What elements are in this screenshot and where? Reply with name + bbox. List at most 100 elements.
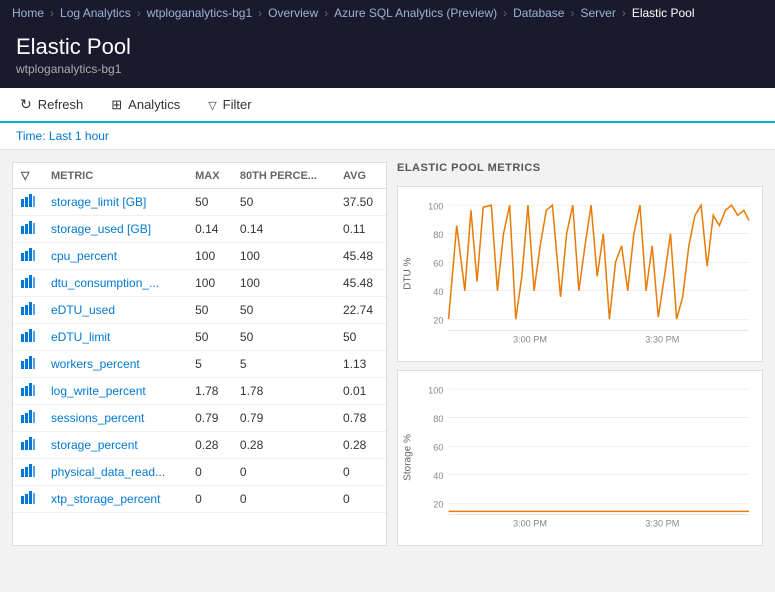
nav-log-analytics[interactable]: Log Analytics: [60, 6, 131, 20]
metric-p80: 0: [232, 486, 335, 513]
table-header-row: ▽ METRIC MAX 80TH PERCE... AVG: [13, 163, 386, 189]
table-row: eDTU_limit505050: [13, 324, 386, 351]
metric-avg: 0.01: [335, 378, 386, 405]
metric-max: 0.14: [187, 216, 232, 243]
metric-p80: 0.28: [232, 432, 335, 459]
metric-icon-cell: [13, 486, 43, 513]
analytics-button[interactable]: Analytics: [107, 95, 184, 115]
chart-storage: Storage % 100 80 60 40 20: [397, 370, 763, 546]
metric-p80: 5: [232, 351, 335, 378]
chart-dtu-y-label: DTU %: [398, 195, 418, 353]
bar-chart-icon: [21, 410, 35, 423]
metric-icon-cell: [13, 270, 43, 297]
nav-overview[interactable]: Overview: [268, 6, 318, 20]
metric-max: 100: [187, 243, 232, 270]
metric-name[interactable]: storage_used [GB]: [43, 216, 187, 243]
metric-icon-cell: [13, 189, 43, 216]
metric-name[interactable]: physical_data_read...: [43, 459, 187, 486]
bar-chart-icon: [21, 302, 35, 315]
table-row: physical_data_read...000: [13, 459, 386, 486]
col-max: MAX: [187, 163, 232, 189]
metric-name[interactable]: cpu_percent: [43, 243, 187, 270]
metric-avg: 45.48: [335, 243, 386, 270]
nav-elastic-pool: Elastic Pool: [632, 6, 695, 20]
metrics-table: ▽ METRIC MAX 80TH PERCE... AVG storage_l…: [13, 163, 386, 513]
metric-p80: 0.79: [232, 405, 335, 432]
table-row: storage_used [GB]0.140.140.11: [13, 216, 386, 243]
svg-text:60: 60: [433, 258, 443, 268]
bar-chart-icon: [21, 491, 35, 504]
metric-max: 5: [187, 351, 232, 378]
metric-name[interactable]: dtu_consumption_...: [43, 270, 187, 297]
sep6: ›: [570, 6, 574, 20]
chart-dtu-inner: 100 80 60 40 20 3:00 PM 3:30 PM: [418, 195, 754, 353]
nav-sql-analytics[interactable]: Azure SQL Analytics (Preview): [334, 6, 497, 20]
metric-icon-cell: [13, 351, 43, 378]
svg-text:3:30 PM: 3:30 PM: [645, 335, 679, 345]
filter-icon-header: ▽: [13, 163, 43, 189]
metric-name[interactable]: workers_percent: [43, 351, 187, 378]
svg-text:40: 40: [433, 287, 443, 297]
analytics-icon: [111, 97, 122, 113]
metric-max: 50: [187, 189, 232, 216]
metric-p80: 100: [232, 243, 335, 270]
metric-avg: 0: [335, 486, 386, 513]
metric-name[interactable]: xtp_storage_percent: [43, 486, 187, 513]
metric-icon-cell: [13, 378, 43, 405]
table-row: workers_percent551.13: [13, 351, 386, 378]
metric-p80: 50: [232, 297, 335, 324]
chart-storage-y-label: Storage %: [398, 379, 418, 537]
metric-avg: 1.13: [335, 351, 386, 378]
svg-text:100: 100: [428, 201, 443, 211]
metric-name[interactable]: storage_limit [GB]: [43, 189, 187, 216]
metric-name[interactable]: storage_percent: [43, 432, 187, 459]
metric-avg: 37.50: [335, 189, 386, 216]
metric-max: 0.79: [187, 405, 232, 432]
metric-max: 0: [187, 486, 232, 513]
svg-text:40: 40: [433, 471, 443, 481]
svg-text:3:00 PM: 3:00 PM: [513, 518, 547, 528]
metric-max: 0: [187, 459, 232, 486]
chart-dtu: DTU % 100 80 60 40 20: [397, 186, 763, 362]
filter-icon: [208, 97, 216, 112]
nav-database[interactable]: Database: [513, 6, 564, 20]
metric-avg: 0.11: [335, 216, 386, 243]
metric-avg: 0.78: [335, 405, 386, 432]
sep1: ›: [50, 6, 54, 20]
metric-max: 100: [187, 270, 232, 297]
nav-workspace[interactable]: wtploganalytics-bg1: [147, 6, 252, 20]
table-row: storage_percent0.280.280.28: [13, 432, 386, 459]
filter-button[interactable]: Filter: [204, 95, 255, 114]
col-metric: METRIC: [43, 163, 187, 189]
metric-avg: 50: [335, 324, 386, 351]
time-bar: Time: Last 1 hour: [0, 123, 775, 150]
metric-icon-cell: [13, 297, 43, 324]
svg-text:100: 100: [428, 385, 443, 395]
table-row: storage_limit [GB]505037.50: [13, 189, 386, 216]
metric-avg: 0: [335, 459, 386, 486]
svg-text:20: 20: [433, 499, 443, 509]
chart-section-title: ELASTIC POOL METRICS: [397, 162, 763, 174]
table-row: log_write_percent1.781.780.01: [13, 378, 386, 405]
bar-chart-icon: [21, 329, 35, 342]
metric-name[interactable]: log_write_percent: [43, 378, 187, 405]
time-label: Time: Last 1 hour: [16, 129, 109, 143]
nav-server[interactable]: Server: [580, 6, 615, 20]
nav-home[interactable]: Home: [12, 6, 44, 20]
metric-name[interactable]: eDTU_used: [43, 297, 187, 324]
col-percentile: 80TH PERCE...: [232, 163, 335, 189]
metrics-panel: ▽ METRIC MAX 80TH PERCE... AVG storage_l…: [12, 162, 387, 546]
col-avg: AVG: [335, 163, 386, 189]
refresh-button[interactable]: Refresh: [16, 94, 87, 115]
bar-chart-icon: [21, 221, 35, 234]
metric-p80: 100: [232, 270, 335, 297]
chart-storage-svg: 100 80 60 40 20 3:00 PM 3:30 PM: [418, 379, 754, 537]
chart-storage-container: Storage % 100 80 60 40 20: [398, 379, 754, 537]
metric-name[interactable]: sessions_percent: [43, 405, 187, 432]
table-row: xtp_storage_percent000: [13, 486, 386, 513]
metric-icon-cell: [13, 405, 43, 432]
bar-chart-icon: [21, 437, 35, 450]
metric-name[interactable]: eDTU_limit: [43, 324, 187, 351]
chart-dtu-container: DTU % 100 80 60 40 20: [398, 195, 754, 353]
filter-label: Filter: [223, 97, 252, 112]
